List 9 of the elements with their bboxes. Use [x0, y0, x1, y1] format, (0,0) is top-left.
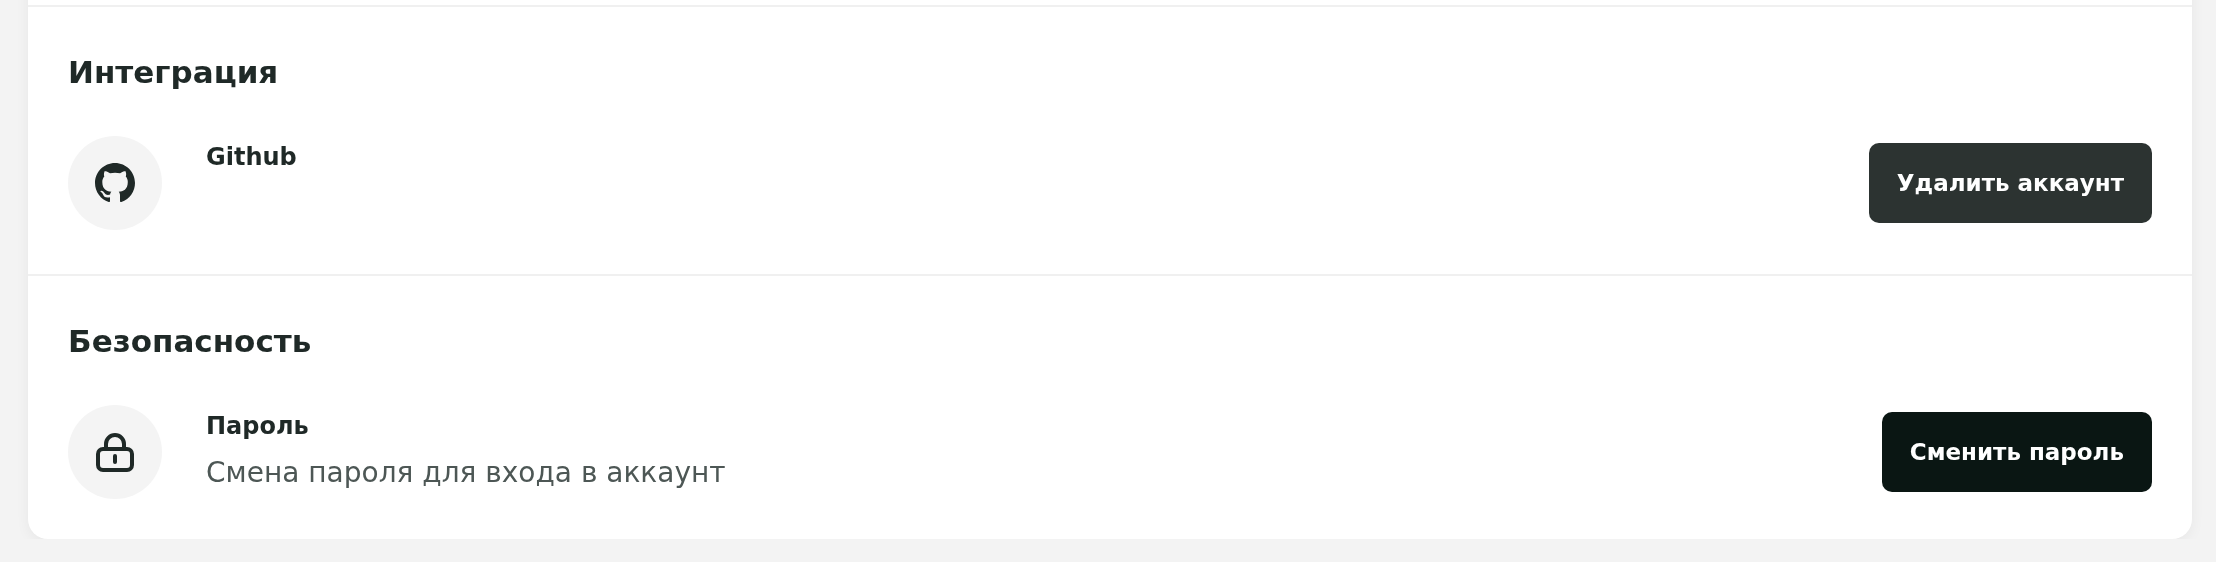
item-name: Github: [206, 142, 298, 172]
section-title: Безопасность: [68, 322, 313, 361]
item-description: Смена пароля для входа в аккаунт: [206, 455, 727, 491]
github-icon: [95, 163, 135, 203]
lock-icon: [96, 432, 134, 472]
section-title: Интеграция: [68, 53, 280, 92]
item-name: Пароль: [206, 411, 310, 441]
action-button[interactable]: Сменить пароль: [1881, 412, 2152, 492]
action-button[interactable]: Удалить аккаунт: [1868, 143, 2152, 223]
